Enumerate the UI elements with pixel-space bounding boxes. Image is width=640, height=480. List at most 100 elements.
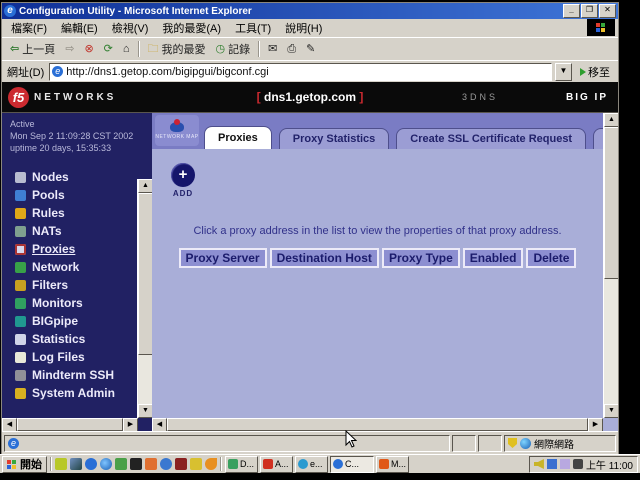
task-button-2[interactable]: A... [260, 456, 293, 473]
scroll-right-icon[interactable]: ▶ [588, 418, 603, 431]
show-desktop-icon[interactable] [70, 458, 82, 470]
tray-icon-2[interactable] [547, 459, 557, 469]
quicklaunch-icon-7[interactable] [145, 458, 157, 470]
terminal-quicklaunch-icon[interactable] [130, 458, 142, 470]
scroll-up-icon[interactable]: ▲ [138, 179, 153, 193]
column-delete[interactable]: Delete [526, 248, 576, 268]
edit-button[interactable]: ✎ [302, 43, 319, 56]
sidebar-item-statistics[interactable]: Statistics [2, 330, 152, 348]
add-button[interactable]: + [171, 163, 195, 187]
minimize-button[interactable]: _ [563, 4, 580, 18]
address-dropdown-button[interactable]: ▼ [555, 63, 572, 81]
app-icon [228, 459, 238, 469]
tab-proxies[interactable]: Proxies [204, 126, 272, 149]
sidebar-item-monitors[interactable]: Monitors [2, 294, 152, 312]
windows-flag-icon [596, 23, 606, 32]
nats-icon [15, 226, 26, 237]
system-tray: 上午 11:00 [529, 456, 638, 473]
quicklaunch-icon-8[interactable] [160, 458, 172, 470]
clock[interactable]: 上午 11:00 [586, 457, 633, 472]
main-scroll-thumb[interactable] [604, 127, 618, 279]
quicklaunch-icon-5[interactable] [115, 458, 127, 470]
tray-icon-4[interactable] [573, 459, 583, 469]
sidebar-item-nodes[interactable]: Nodes [2, 168, 152, 186]
outlook-quicklaunch-icon[interactable] [100, 458, 112, 470]
go-button[interactable]: 移至 [575, 63, 615, 81]
monitors-icon [15, 298, 26, 309]
address-input[interactable]: e http://dns1.getop.com/bigipgui/bigconf… [49, 63, 552, 81]
stop-button[interactable]: ⊗ [80, 43, 97, 56]
sidebar-item-proxies[interactable]: Proxies [2, 240, 152, 258]
sidebar-item-pools[interactable]: Pools [2, 186, 152, 204]
sidebar-scroll-thumb[interactable] [138, 193, 153, 355]
scroll-down-icon[interactable]: ▼ [604, 404, 618, 418]
forward-button[interactable]: ⇨ [61, 43, 78, 56]
main-vertical-scrollbar[interactable]: ▲ ▼ [603, 113, 618, 418]
stop-icon: ⊗ [84, 44, 93, 55]
menu-edit[interactable]: 編輯(E) [54, 19, 105, 37]
restore-button[interactable]: ❐ [581, 4, 598, 18]
scroll-left-icon[interactable]: ◀ [2, 418, 17, 431]
log-files-icon [15, 352, 26, 363]
quicklaunch-icon-9[interactable] [175, 458, 187, 470]
column-enabled[interactable]: Enabled [463, 248, 524, 268]
home-icon: ⌂ [123, 44, 130, 55]
proxies-content: + ADD Click a proxy address in the list … [152, 149, 603, 418]
task-button-1[interactable]: D... [225, 456, 258, 473]
back-button[interactable]: ⇦ 上一頁 [6, 40, 59, 58]
menu-tools[interactable]: 工具(T) [228, 19, 278, 37]
keys-quicklaunch-icon[interactable] [190, 458, 202, 470]
tab-proxy-statistics[interactable]: Proxy Statistics [279, 128, 390, 149]
quicklaunch-icon-11[interactable] [205, 458, 217, 470]
menu-view[interactable]: 檢視(V) [105, 19, 156, 37]
task-button-3[interactable]: e... [295, 456, 328, 473]
ie-throbber [587, 19, 615, 36]
volume-icon[interactable] [534, 459, 544, 469]
home-button[interactable]: ⌂ [119, 43, 134, 56]
menu-file[interactable]: 檔案(F) [4, 19, 54, 37]
tab-create-ssl-certificate-request[interactable]: Create SSL Certificate Request [396, 128, 586, 149]
close-button[interactable]: ✕ [599, 4, 616, 18]
column-proxy-type[interactable]: Proxy Type [382, 248, 460, 268]
scroll-right-icon[interactable]: ▶ [123, 418, 138, 431]
task-button-5[interactable]: M... [376, 456, 409, 473]
history-button[interactable]: ◷ 記錄 [212, 40, 255, 58]
sidebar-item-log-files[interactable]: Log Files [2, 348, 152, 366]
print-button[interactable]: ⎙ [283, 43, 300, 56]
main-hscroll-thumb[interactable] [167, 418, 588, 431]
instruction-text: Click a proxy address in the list to vie… [152, 225, 603, 237]
main-horizontal-scrollbar[interactable]: ◀ ▶ [152, 418, 603, 431]
sidebar-item-mindterm-ssh[interactable]: Mindterm SSH [2, 366, 152, 384]
title-bar[interactable]: e Configuration Utility - Microsoft Inte… [2, 3, 618, 19]
sidebar-item-nats[interactable]: NATs [2, 222, 152, 240]
menu-help[interactable]: 說明(H) [278, 19, 329, 37]
app-icon [263, 459, 273, 469]
document-status-icon: e [8, 438, 19, 449]
sidebar-vertical-scrollbar[interactable]: ▲ ▼ [137, 179, 152, 418]
main-frame: NETWORK MAP Proxies Proxy Statistics Cre… [152, 113, 618, 431]
sidebar-item-rules[interactable]: Rules [2, 204, 152, 222]
sidebar-item-filters[interactable]: Filters [2, 276, 152, 294]
task-button-configuration-utility[interactable]: C... [330, 456, 374, 473]
column-proxy-server[interactable]: Proxy Server [179, 248, 267, 268]
start-button[interactable]: 開始 [2, 456, 47, 473]
scroll-up-icon[interactable]: ▲ [604, 113, 618, 127]
scroll-down-icon[interactable]: ▼ [138, 404, 153, 418]
quicklaunch-icon-1[interactable] [55, 458, 67, 470]
tray-icon-3[interactable] [560, 459, 570, 469]
column-destination-host[interactable]: Destination Host [270, 248, 379, 268]
sidebar-item-system-admin[interactable]: System Admin [2, 384, 152, 402]
refresh-button[interactable]: ⟳ [100, 43, 117, 56]
sidebar-horizontal-scrollbar[interactable]: ◀ ▶ [2, 418, 138, 431]
refresh-icon: ⟳ [104, 44, 113, 55]
sidebar-hscroll-thumb[interactable] [17, 418, 123, 431]
ie-quicklaunch-icon[interactable] [85, 458, 97, 470]
network-map-button[interactable]: NETWORK MAP [155, 115, 199, 146]
toolbar-separator-2 [258, 41, 260, 57]
sidebar-item-network[interactable]: Network [2, 258, 152, 276]
mail-button[interactable]: ✉ [264, 43, 281, 56]
menu-favorites[interactable]: 我的最愛(A) [155, 19, 228, 37]
scroll-left-icon[interactable]: ◀ [152, 418, 167, 431]
favorites-button[interactable]: 🗀 我的最愛 [144, 40, 210, 58]
sidebar-item-bigpipe[interactable]: BIGpipe [2, 312, 152, 330]
